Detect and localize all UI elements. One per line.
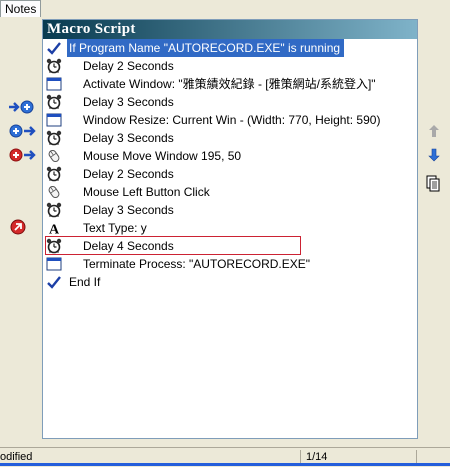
alarm-clock-icon [46, 166, 62, 182]
move-out-right-icon[interactable] [8, 123, 36, 139]
macro-row-text: Mouse Left Button Click [83, 185, 210, 199]
macro-row-text: Delay 3 Seconds [83, 95, 174, 109]
alarm-clock-icon [46, 166, 62, 182]
macro-row-text: Delay 3 Seconds [83, 203, 174, 217]
macro-row-text: Delay 2 Seconds [83, 167, 174, 181]
check-icon [47, 276, 61, 289]
copy-pages-icon[interactable] [426, 175, 442, 193]
macro-row-text: End If [69, 275, 101, 289]
macro-row[interactable]: Delay 3 Seconds [43, 129, 417, 147]
macro-row-text: Terminate Process: "AUTORECORD.EXE" [83, 257, 311, 271]
tab-strip: Notes [0, 0, 450, 17]
macro-row[interactable]: Delay 2 Seconds [43, 57, 417, 75]
macro-row-text: Text Type: y [83, 221, 147, 235]
alarm-clock-icon [46, 94, 62, 110]
mouse-icon [46, 148, 62, 164]
macro-row[interactable]: Mouse Left Button Click [43, 183, 417, 201]
stop-record-icon[interactable] [10, 219, 26, 235]
alarm-clock-icon [46, 130, 62, 146]
macro-row[interactable]: Terminate Process: "AUTORECORD.EXE" [43, 255, 417, 273]
window-icon [46, 256, 62, 272]
work-area: Macro Script If Program Name "AUTORECORD… [0, 17, 450, 447]
macro-row[interactable]: End If [43, 273, 417, 291]
macro-row[interactable]: Delay 2 Seconds [43, 165, 417, 183]
macro-row-text: Delay 4 Seconds [83, 239, 174, 253]
window-icon [46, 77, 62, 91]
tab-notes[interactable]: Notes [0, 0, 42, 17]
text-type-icon: A [49, 223, 60, 238]
left-toolbar [0, 17, 42, 447]
right-toolbar [418, 17, 450, 447]
macro-row-text: Delay 2 Seconds [83, 59, 174, 73]
macro-row[interactable]: If Program Name "AUTORECORD.EXE" is runn… [43, 39, 417, 57]
alarm-clock-icon [46, 94, 62, 110]
status-divider [416, 450, 417, 464]
macro-row[interactable]: Window Resize: Current Win - (Width: 770… [43, 111, 417, 129]
mouse-icon [46, 184, 62, 200]
macro-row[interactable]: Activate Window: "雅策績效紀錄 - [雅策網站/系統登入]" [43, 75, 417, 93]
text-type-icon: A [46, 220, 62, 238]
macro-row[interactable]: A Text Type: y [43, 219, 417, 238]
mouse-icon [48, 149, 60, 163]
macro-row[interactable]: Delay 3 Seconds [43, 201, 417, 219]
alarm-clock-icon [46, 58, 62, 74]
panel-title: Macro Script [43, 20, 417, 39]
alarm-clock-icon [46, 58, 62, 74]
check-icon [47, 42, 61, 55]
window-icon [46, 257, 62, 271]
window-icon [46, 112, 62, 128]
status-divider [300, 450, 301, 464]
alarm-clock-icon [46, 202, 62, 218]
alarm-clock-icon [46, 202, 62, 218]
macro-row-text: Activate Window: "雅策績效紀錄 - [雅策網站/系統登入]" [83, 77, 376, 91]
window-icon [46, 113, 62, 127]
window-icon [46, 76, 62, 92]
svg-text:A: A [49, 223, 60, 237]
move-up-icon[interactable] [426, 123, 442, 139]
macro-script-panel: Macro Script If Program Name "AUTORECORD… [42, 19, 418, 439]
macro-row[interactable]: Mouse Move Window 195, 50 [43, 147, 417, 165]
macro-row-text: Delay 3 Seconds [83, 131, 174, 145]
macro-list: If Program Name "AUTORECORD.EXE" is runn… [43, 39, 417, 291]
mouse-icon [48, 185, 60, 199]
macro-row-text: If Program Name "AUTORECORD.EXE" is runn… [67, 39, 345, 57]
move-right-in-icon[interactable] [8, 99, 36, 115]
macro-row[interactable]: Delay 4 Seconds [43, 237, 417, 255]
alarm-clock-icon [46, 130, 62, 146]
move-delete-right-icon[interactable] [8, 147, 36, 163]
macro-row[interactable]: Delay 3 Seconds [43, 93, 417, 111]
macro-row-text: Mouse Move Window 195, 50 [83, 149, 242, 163]
check-icon [46, 274, 62, 290]
check-icon [46, 40, 62, 56]
alarm-clock-icon [46, 238, 62, 254]
alarm-clock-icon [46, 238, 62, 254]
move-down-icon[interactable] [426, 147, 442, 163]
macro-row-text: Window Resize: Current Win - (Width: 770… [83, 113, 381, 127]
